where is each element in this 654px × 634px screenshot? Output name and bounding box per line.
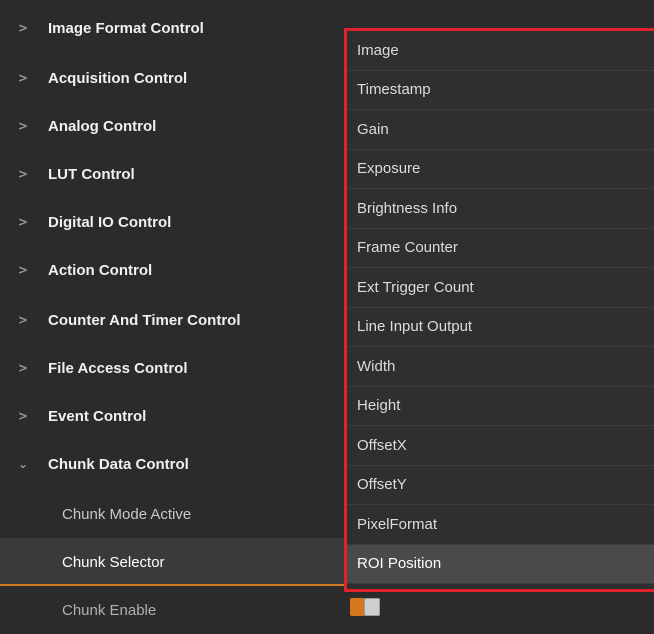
tree-item-chunk-enable[interactable]: Chunk Enable — [0, 586, 345, 634]
chevron-right-icon[interactable]: > — [16, 215, 30, 229]
tree-item-label: Chunk Selector — [62, 553, 165, 571]
tree-item-action-control[interactable]: > Action Control — [0, 246, 345, 294]
chevron-right-icon[interactable]: > — [16, 361, 30, 375]
tree-item-label: Action Control — [48, 261, 153, 279]
tree-item-label: Event Control — [48, 407, 147, 425]
chunk-enable-toggle[interactable] — [350, 598, 380, 616]
dropdown-option[interactable]: OffsetX — [347, 426, 654, 466]
tree-item-file-access-control[interactable]: > File Access Control — [0, 344, 345, 392]
tree-item-label: Acquisition Control — [48, 69, 188, 87]
tree-item-label: Digital IO Control — [48, 213, 172, 231]
dropdown-option[interactable]: Brightness Info — [347, 189, 654, 229]
dropdown-option-selected[interactable]: ROI Position — [347, 544, 654, 584]
dropdown-option[interactable]: OffsetY — [347, 466, 654, 505]
chevron-right-icon[interactable]: > — [16, 119, 30, 133]
chevron-right-icon[interactable]: > — [16, 71, 30, 85]
tree-item-counter-and-timer-control[interactable]: > Counter And Timer Control — [0, 296, 345, 344]
dropdown-option[interactable]: Gain — [347, 110, 654, 150]
tree-item-label: File Access Control — [48, 359, 188, 377]
tree-item-chunk-data-control[interactable]: ⌄ Chunk Data Control — [0, 440, 345, 488]
tree-item-chunk-mode-active[interactable]: Chunk Mode Active — [0, 490, 345, 538]
tree-item-analog-control[interactable]: > Analog Control — [0, 102, 345, 150]
tree-item-label: Chunk Data Control — [48, 455, 189, 473]
tree-item-image-format-control[interactable]: > Image Format Control — [0, 4, 345, 52]
dropdown-option[interactable]: Exposure — [347, 150, 654, 189]
dropdown-option[interactable]: Height — [347, 387, 654, 426]
tree-item-label: Chunk Enable — [62, 601, 157, 619]
dropdown-option[interactable]: Width — [347, 347, 654, 387]
tree-item-label: Image Format Control — [48, 19, 204, 37]
toggle-on-indicator — [350, 598, 364, 616]
tree-item-event-control[interactable]: > Event Control — [0, 392, 345, 440]
dropdown-option[interactable]: Image — [347, 31, 654, 71]
chevron-right-icon[interactable]: > — [16, 167, 30, 181]
dropdown-option[interactable]: Line Input Output — [347, 308, 654, 347]
chevron-right-icon[interactable]: > — [16, 313, 30, 327]
dropdown-option[interactable]: Ext Trigger Count — [347, 268, 654, 308]
tree-item-label: LUT Control — [48, 165, 135, 183]
tree-item-acquisition-control[interactable]: > Acquisition Control — [0, 54, 345, 102]
tree-item-label: Analog Control — [48, 117, 157, 135]
tree-item-chunk-selector[interactable]: Chunk Selector — [0, 538, 345, 586]
dropdown-option[interactable]: Timestamp — [347, 71, 654, 110]
tree-item-digital-io-control[interactable]: > Digital IO Control — [0, 198, 345, 246]
toggle-knob[interactable] — [364, 598, 380, 616]
tree-item-label: Counter And Timer Control — [48, 311, 241, 329]
tree-item-label: Chunk Mode Active — [62, 505, 192, 523]
chevron-right-icon[interactable]: > — [16, 263, 30, 277]
chevron-down-icon[interactable]: ⌄ — [16, 457, 30, 471]
chevron-right-icon[interactable]: > — [16, 21, 30, 35]
chevron-right-icon[interactable]: > — [16, 409, 30, 423]
dropdown-option[interactable]: PixelFormat — [347, 505, 654, 545]
tree-item-lut-control[interactable]: > LUT Control — [0, 150, 345, 198]
chunk-selector-dropdown-list[interactable]: Image Timestamp Gain Exposure Brightness… — [344, 28, 654, 592]
dropdown-option[interactable]: Frame Counter — [347, 229, 654, 268]
feature-tree: > Image Format Control > Acquisition Con… — [0, 0, 345, 623]
